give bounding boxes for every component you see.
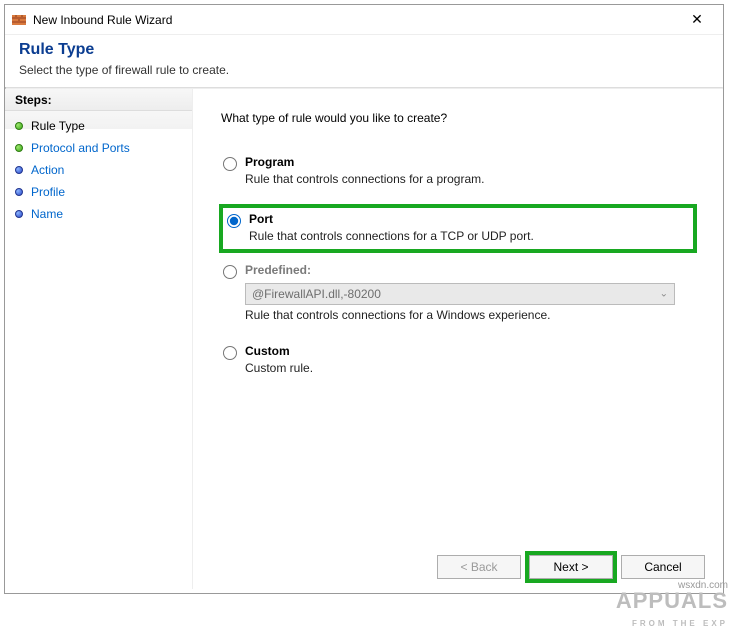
step-protocol-and-ports[interactable]: Protocol and Ports [15,137,182,159]
wizard-footer: < Back Next > Cancel [437,555,705,579]
close-icon: ✕ [691,11,703,28]
option-program[interactable]: Program Rule that controls connections f… [221,153,695,188]
cancel-button-label: Cancel [644,560,681,574]
page-subtitle: Select the type of firewall rule to crea… [19,63,709,77]
next-button[interactable]: Next > [529,555,613,579]
radio-port[interactable] [227,214,241,228]
chevron-down-icon: ⌄ [660,289,668,300]
step-label: Protocol and Ports [31,141,130,155]
predefined-select-value: @FirewallAPI.dll,-80200 [252,287,381,301]
content-prompt: What type of rule would you like to crea… [221,111,695,125]
option-predefined[interactable]: Predefined: @FirewallAPI.dll,-80200 ⌄ Ru… [221,261,695,324]
option-body: Program Rule that controls connections f… [245,155,693,186]
step-label: Profile [31,185,65,199]
step-profile[interactable]: Profile [15,181,182,203]
rule-type-radio-group: Program Rule that controls connections f… [221,153,695,377]
wizard-body: Steps: Rule Type Protocol and Ports Acti… [5,89,723,589]
option-body: Predefined: @FirewallAPI.dll,-80200 ⌄ Ru… [245,263,693,322]
option-port[interactable]: Port Rule that controls connections for … [221,206,695,251]
option-desc: Custom rule. [245,361,693,375]
option-title: Predefined: [245,263,693,277]
bullet-icon [15,188,23,196]
step-label: Action [31,163,64,177]
step-label: Name [31,207,63,221]
firewall-icon [11,12,27,28]
step-rule-type[interactable]: Rule Type [15,115,182,137]
cancel-button[interactable]: Cancel [621,555,705,579]
steps-sidebar: Steps: Rule Type Protocol and Ports Acti… [5,89,193,589]
wizard-window: New Inbound Rule Wizard ✕ Rule Type Sele… [4,4,724,594]
back-button: < Back [437,555,521,579]
option-body: Custom Custom rule. [245,344,693,375]
option-desc: Rule that controls connections for a TCP… [249,229,689,243]
radio-program[interactable] [223,157,237,171]
step-name[interactable]: Name [15,203,182,225]
radio-custom[interactable] [223,346,237,360]
option-title: Custom [245,344,693,358]
step-action[interactable]: Action [15,159,182,181]
titlebar: New Inbound Rule Wizard ✕ [5,5,723,35]
page-header: Rule Type Select the type of firewall ru… [5,35,723,87]
back-button-label: < Back [460,560,497,574]
option-title: Program [245,155,693,169]
watermark-brand: APPUALS FROM THE EXP [616,592,728,633]
page-title: Rule Type [19,41,709,59]
steps-header: Steps: [5,89,192,111]
option-desc: Rule that controls connections for a pro… [245,172,693,186]
window-title: New Inbound Rule Wizard [33,13,677,27]
option-body: Port Rule that controls connections for … [249,212,689,243]
bullet-icon [15,122,23,130]
option-title: Port [249,212,689,226]
predefined-select[interactable]: @FirewallAPI.dll,-80200 ⌄ [245,283,675,305]
content-pane: What type of rule would you like to crea… [193,89,723,589]
watermark-tagline: FROM THE EXP [632,619,728,628]
radio-predefined[interactable] [223,265,237,279]
bullet-icon [15,210,23,218]
option-custom[interactable]: Custom Custom rule. [221,342,695,377]
close-button[interactable]: ✕ [677,6,717,34]
option-desc: Rule that controls connections for a Win… [245,308,693,322]
bullet-icon [15,144,23,152]
step-label: Rule Type [31,119,85,133]
bullet-icon [15,166,23,174]
next-button-label: Next > [553,560,588,574]
